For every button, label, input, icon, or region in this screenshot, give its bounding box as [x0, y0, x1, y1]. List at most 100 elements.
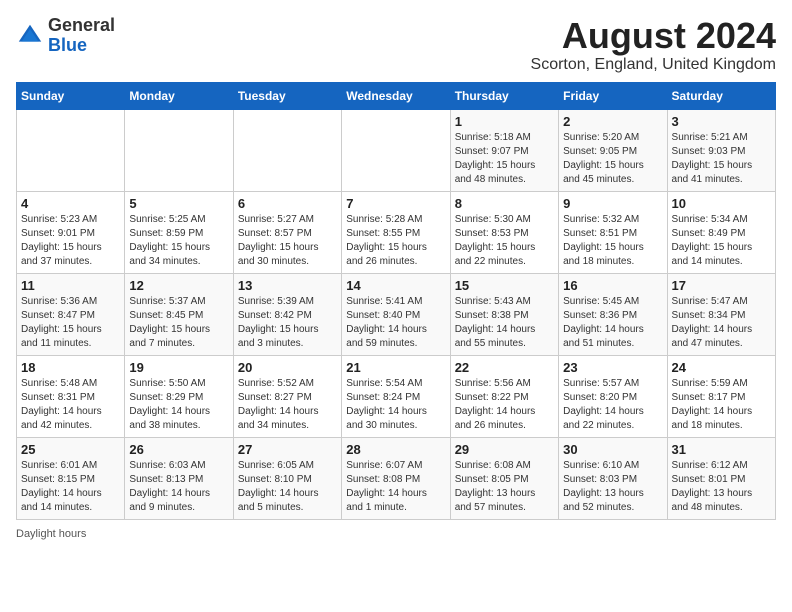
day-info: Sunrise: 6:01 AM Sunset: 8:15 PM Dayligh… — [21, 459, 120, 515]
calendar-week-1: 1 Sunrise: 5:18 AM Sunset: 9:07 PM Daylig… — [17, 109, 776, 191]
calendar-cell: 27 Sunrise: 6:05 AM Sunset: 8:10 PM Dayli… — [233, 437, 341, 519]
calendar-cell: 28Sunrise: 6:07 AM Sunset: 8:08 PM Dayli… — [342, 437, 450, 519]
day-number: 4 — [21, 196, 120, 211]
calendar-cell: 4 Sunrise: 5:23 AM Sunset: 9:01 PM Daylig… — [17, 191, 125, 273]
day-number: 12 — [129, 278, 228, 293]
day-number: 20 — [238, 360, 337, 375]
day-info: Sunrise: 5:41 AM Sunset: 8:40 PM Dayligh… — [346, 295, 445, 351]
calendar-cell: 20 Sunrise: 5:52 AM Sunset: 8:27 PM Dayli… — [233, 355, 341, 437]
calendar-header-row: SundayMondayTuesdayWednesdayThursdayFrid… — [17, 82, 776, 109]
day-info: Sunrise: 5:25 AM Sunset: 8:59 PM Dayligh… — [129, 213, 228, 269]
calendar-cell: 22 Sunrise: 5:56 AM Sunset: 8:22 PM Dayli… — [450, 355, 558, 437]
calendar-cell: 10Sunrise: 5:34 AM Sunset: 8:49 PM Dayli… — [667, 191, 775, 273]
calendar-cell: 21 Sunrise: 5:54 AM Sunset: 8:24 PM Dayli… — [342, 355, 450, 437]
footer: Daylight hours — [16, 528, 776, 540]
day-number: 1 — [455, 114, 554, 129]
calendar-week-4: 18 Sunrise: 5:48 AM Sunset: 8:31 PM Dayli… — [17, 355, 776, 437]
calendar-week-5: 25 Sunrise: 6:01 AM Sunset: 8:15 PM Dayli… — [17, 437, 776, 519]
calendar-cell: 24Sunrise: 5:59 AM Sunset: 8:17 PM Dayli… — [667, 355, 775, 437]
day-number: 11 — [21, 278, 120, 293]
day-info: Sunrise: 6:10 AM Sunset: 8:03 PM Dayligh… — [563, 459, 662, 515]
calendar-cell — [125, 109, 233, 191]
calendar-cell: 19Sunrise: 5:50 AM Sunset: 8:29 PM Dayli… — [125, 355, 233, 437]
calendar-week-2: 4 Sunrise: 5:23 AM Sunset: 9:01 PM Daylig… — [17, 191, 776, 273]
day-number: 14 — [346, 278, 445, 293]
day-number: 6 — [238, 196, 337, 211]
day-info: Sunrise: 5:52 AM Sunset: 8:27 PM Dayligh… — [238, 377, 337, 433]
day-number: 31 — [672, 442, 771, 457]
day-number: 2 — [563, 114, 662, 129]
day-info: Sunrise: 6:08 AM Sunset: 8:05 PM Dayligh… — [455, 459, 554, 515]
calendar-header-monday: Monday — [125, 82, 233, 109]
day-info: Sunrise: 5:50 AM Sunset: 8:29 PM Dayligh… — [129, 377, 228, 433]
calendar-header-sunday: Sunday — [17, 82, 125, 109]
calendar-cell: 17 Sunrise: 5:47 AM Sunset: 8:34 PM Dayli… — [667, 273, 775, 355]
calendar-cell: 3 Sunrise: 5:21 AM Sunset: 9:03 PM Daylig… — [667, 109, 775, 191]
day-info: Sunrise: 6:05 AM Sunset: 8:10 PM Dayligh… — [238, 459, 337, 515]
day-number: 5 — [129, 196, 228, 211]
calendar-cell: 29 Sunrise: 6:08 AM Sunset: 8:05 PM Dayli… — [450, 437, 558, 519]
day-number: 17 — [672, 278, 771, 293]
day-info: Sunrise: 5:45 AM Sunset: 8:36 PM Dayligh… — [563, 295, 662, 351]
day-info: Sunrise: 5:47 AM Sunset: 8:34 PM Dayligh… — [672, 295, 771, 351]
calendar-cell: 25 Sunrise: 6:01 AM Sunset: 8:15 PM Dayli… — [17, 437, 125, 519]
day-number: 26 — [129, 442, 228, 457]
day-number: 16 — [563, 278, 662, 293]
day-number: 30 — [563, 442, 662, 457]
day-number: 21 — [346, 360, 445, 375]
calendar-cell: 18 Sunrise: 5:48 AM Sunset: 8:31 PM Dayli… — [17, 355, 125, 437]
calendar-cell — [342, 109, 450, 191]
calendar-cell: 2Sunrise: 5:20 AM Sunset: 9:05 PM Daylig… — [559, 109, 667, 191]
calendar-cell: 5 Sunrise: 5:25 AM Sunset: 8:59 PM Daylig… — [125, 191, 233, 273]
day-info: Sunrise: 5:18 AM Sunset: 9:07 PM Dayligh… — [455, 131, 554, 187]
logo: General Blue — [16, 16, 115, 56]
day-number: 9 — [563, 196, 662, 211]
calendar-cell — [17, 109, 125, 191]
day-number: 18 — [21, 360, 120, 375]
logo-text: General Blue — [48, 16, 115, 56]
day-info: Sunrise: 5:43 AM Sunset: 8:38 PM Dayligh… — [455, 295, 554, 351]
title-area: August 2024 Scorton, England, United Kin… — [531, 16, 776, 74]
day-number: 29 — [455, 442, 554, 457]
page-subtitle: Scorton, England, United Kingdom — [531, 56, 776, 74]
day-info: Sunrise: 5:56 AM Sunset: 8:22 PM Dayligh… — [455, 377, 554, 433]
day-info: Sunrise: 5:27 AM Sunset: 8:57 PM Dayligh… — [238, 213, 337, 269]
day-info: Sunrise: 5:34 AM Sunset: 8:49 PM Dayligh… — [672, 213, 771, 269]
day-info: Sunrise: 5:37 AM Sunset: 8:45 PM Dayligh… — [129, 295, 228, 351]
day-info: Sunrise: 5:23 AM Sunset: 9:01 PM Dayligh… — [21, 213, 120, 269]
calendar-cell: 9 Sunrise: 5:32 AM Sunset: 8:51 PM Daylig… — [559, 191, 667, 273]
day-info: Sunrise: 5:48 AM Sunset: 8:31 PM Dayligh… — [21, 377, 120, 433]
calendar-table: SundayMondayTuesdayWednesdayThursdayFrid… — [16, 82, 776, 520]
day-number: 22 — [455, 360, 554, 375]
page-title: August 2024 — [531, 16, 776, 56]
day-number: 7 — [346, 196, 445, 211]
calendar-header-saturday: Saturday — [667, 82, 775, 109]
calendar-cell: 11Sunrise: 5:36 AM Sunset: 8:47 PM Dayli… — [17, 273, 125, 355]
calendar-cell: 26 Sunrise: 6:03 AM Sunset: 8:13 PM Dayli… — [125, 437, 233, 519]
day-info: Sunrise: 6:03 AM Sunset: 8:13 PM Dayligh… — [129, 459, 228, 515]
day-info: Sunrise: 6:12 AM Sunset: 8:01 PM Dayligh… — [672, 459, 771, 515]
day-number: 25 — [21, 442, 120, 457]
day-number: 8 — [455, 196, 554, 211]
calendar-header: SundayMondayTuesdayWednesdayThursdayFrid… — [17, 82, 776, 109]
calendar-cell — [233, 109, 341, 191]
day-number: 3 — [672, 114, 771, 129]
day-info: Sunrise: 5:21 AM Sunset: 9:03 PM Dayligh… — [672, 131, 771, 187]
calendar-cell: 30 Sunrise: 6:10 AM Sunset: 8:03 PM Dayli… — [559, 437, 667, 519]
day-number: 24 — [672, 360, 771, 375]
calendar-body: 1 Sunrise: 5:18 AM Sunset: 9:07 PM Daylig… — [17, 109, 776, 519]
calendar-cell: 7Sunrise: 5:28 AM Sunset: 8:55 PM Daylig… — [342, 191, 450, 273]
calendar-header-wednesday: Wednesday — [342, 82, 450, 109]
calendar-cell: 23Sunrise: 5:57 AM Sunset: 8:20 PM Dayli… — [559, 355, 667, 437]
day-number: 28 — [346, 442, 445, 457]
day-info: Sunrise: 5:57 AM Sunset: 8:20 PM Dayligh… — [563, 377, 662, 433]
daylight-hours-label: Daylight hours — [16, 528, 86, 540]
day-info: Sunrise: 5:32 AM Sunset: 8:51 PM Dayligh… — [563, 213, 662, 269]
calendar-header-tuesday: Tuesday — [233, 82, 341, 109]
header-area: General Blue August 2024 Scorton, Englan… — [16, 16, 776, 74]
calendar-cell: 12 Sunrise: 5:37 AM Sunset: 8:45 PM Dayli… — [125, 273, 233, 355]
day-info: Sunrise: 5:54 AM Sunset: 8:24 PM Dayligh… — [346, 377, 445, 433]
calendar-cell: 14 Sunrise: 5:41 AM Sunset: 8:40 PM Dayli… — [342, 273, 450, 355]
day-number: 27 — [238, 442, 337, 457]
day-number: 15 — [455, 278, 554, 293]
